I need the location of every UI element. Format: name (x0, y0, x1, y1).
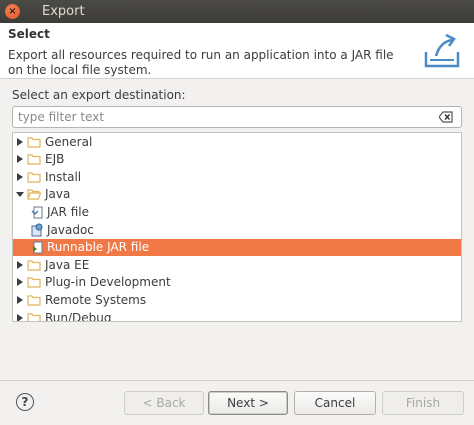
folder-icon (27, 312, 41, 321)
cancel-button[interactable]: Cancel (294, 391, 376, 415)
folder-icon (27, 154, 41, 165)
tree-item-general[interactable]: General (13, 133, 461, 150)
folder-icon (27, 136, 41, 148)
open-folder-icon (27, 189, 41, 200)
tree-item-label: EJB (45, 152, 65, 167)
tree-item-ejb[interactable]: EJB (13, 151, 461, 168)
window-title: Export (42, 4, 85, 19)
clear-filter-icon[interactable] (439, 111, 453, 123)
runnable-jar-icon (33, 241, 43, 254)
jar-file-icon (31, 206, 43, 219)
tree-item-label: Java EE (45, 257, 90, 272)
close-button[interactable]: × (5, 4, 20, 19)
folder-icon (27, 172, 41, 183)
tree-item-label: Java (45, 187, 71, 202)
page-title: Select (8, 27, 50, 41)
wizard-header: Select Export all resources required to … (0, 23, 474, 79)
page-description: Export all resources required to run an … (8, 48, 394, 77)
expanded-arrow-icon[interactable] (15, 189, 25, 199)
next-button[interactable]: Next > (208, 391, 288, 415)
tree-item-label: Plug-in Development (45, 275, 171, 290)
folder-icon (27, 295, 41, 306)
tree-item-plug-in-development[interactable]: Plug-in Development (13, 274, 461, 291)
tree-item-label: Javadoc (47, 222, 94, 237)
tree-item-label: Remote Systems (45, 292, 147, 307)
help-button[interactable]: ? (16, 393, 34, 411)
tree-item-runnable-jar-file[interactable]: Runnable JAR file (13, 238, 461, 256)
tree-item-label: Install (45, 169, 82, 184)
back-button[interactable]: < Back (124, 391, 204, 415)
title-bar: × Export (0, 0, 474, 23)
tree-item-label: Runnable JAR file (47, 240, 150, 255)
tree-item-run-debug[interactable]: Run/Debug (13, 309, 461, 322)
close-icon: × (8, 5, 17, 17)
export-icon (424, 33, 460, 68)
folder-icon (27, 277, 41, 288)
tree-item-javadoc[interactable]: Javadoc (13, 221, 461, 238)
collapsed-arrow-icon[interactable] (15, 295, 25, 305)
button-bar-separator (0, 380, 474, 381)
tree-item-install[interactable]: Install (13, 168, 461, 185)
filter-input[interactable] (13, 109, 433, 125)
tree-item-java-ee[interactable]: Java EE (13, 256, 461, 273)
export-wizard-tree[interactable]: General EJB Install Java JAR file Javadoc Runn… (12, 132, 462, 322)
tree-item-label: JAR file (47, 204, 89, 219)
collapsed-arrow-icon[interactable] (15, 277, 25, 287)
collapsed-arrow-icon[interactable] (15, 260, 25, 270)
tree-item-label: Run/Debug (45, 310, 112, 322)
tree-item-jar-file[interactable]: JAR file (13, 203, 461, 220)
collapsed-arrow-icon[interactable] (15, 154, 25, 164)
folder-icon (27, 260, 41, 271)
help-icon: ? (21, 395, 29, 409)
collapsed-arrow-icon[interactable] (15, 137, 25, 147)
javadoc-icon (31, 223, 43, 236)
collapsed-arrow-icon[interactable] (15, 172, 25, 182)
collapsed-arrow-icon[interactable] (15, 313, 25, 321)
tree-item-label: General (45, 134, 93, 149)
filter-box (12, 106, 462, 128)
finish-button[interactable]: Finish (382, 391, 464, 415)
tree-item-remote-systems[interactable]: Remote Systems (13, 291, 461, 308)
destination-label: Select an export destination: (12, 88, 186, 102)
tree-item-java[interactable]: Java (13, 186, 461, 203)
